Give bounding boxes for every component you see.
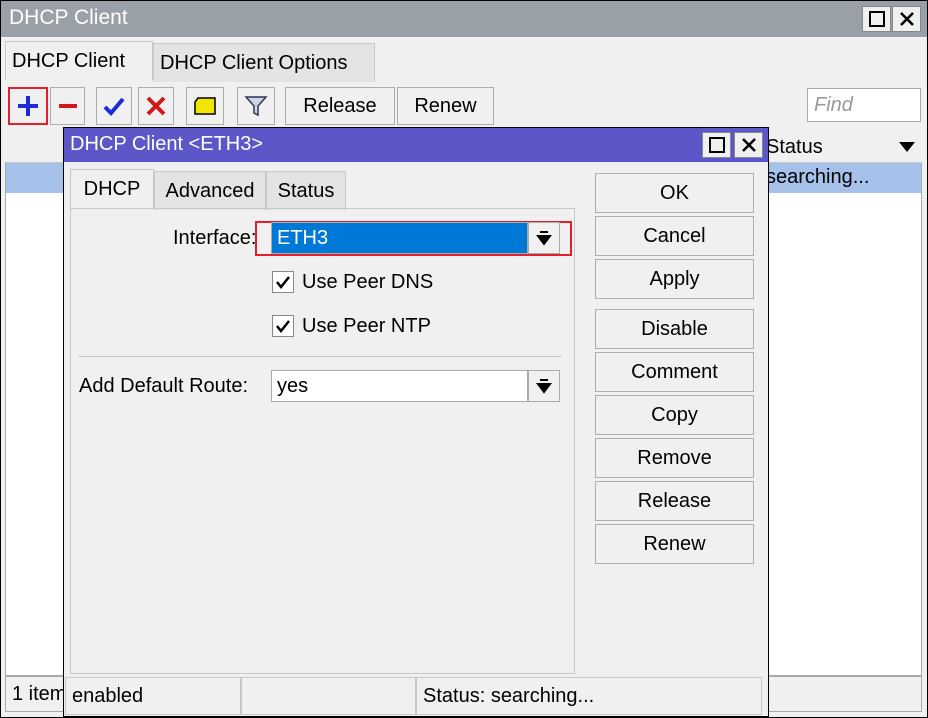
use-peer-ntp-label: Use Peer NTP bbox=[302, 315, 431, 337]
tab-dhcp-client-options[interactable]: DHCP Client Options bbox=[153, 43, 375, 82]
dialog-title: DHCP Client <ETH3> bbox=[70, 133, 264, 155]
maximize-icon bbox=[868, 11, 885, 27]
use-peer-dns-label: Use Peer DNS bbox=[302, 271, 434, 293]
renew-action-button[interactable]: Renew bbox=[595, 524, 754, 564]
dialog-status-enabled: enabled bbox=[65, 677, 241, 715]
close-icon bbox=[899, 12, 914, 26]
column-status[interactable]: Status bbox=[766, 136, 823, 159]
checkmark-icon bbox=[276, 320, 290, 334]
item-count: 1 item bbox=[12, 683, 67, 705]
tab-dhcp-client[interactable]: DHCP Client bbox=[5, 41, 153, 80]
ok-button[interactable]: OK bbox=[595, 173, 754, 213]
window-title: DHCP Client bbox=[9, 6, 128, 29]
filter-button[interactable] bbox=[237, 87, 275, 125]
dialog-title-bar[interactable]: DHCP Client <ETH3> bbox=[64, 128, 768, 162]
dropdown-arrow-icon bbox=[536, 379, 552, 394]
column-menu-icon[interactable] bbox=[897, 140, 917, 154]
disable-action-button[interactable]: Disable bbox=[595, 309, 754, 349]
maximize-icon bbox=[708, 137, 725, 153]
use-peer-ntp-checkbox[interactable] bbox=[272, 315, 294, 337]
dialog-status-text: Status: searching... bbox=[416, 677, 762, 715]
checkmark-icon bbox=[103, 97, 125, 116]
dropdown-arrow-icon bbox=[536, 231, 552, 246]
dialog-maximize-button[interactable] bbox=[702, 132, 731, 158]
copy-button[interactable]: Copy bbox=[595, 395, 754, 435]
renew-button[interactable]: Renew bbox=[397, 87, 494, 125]
release-button[interactable]: Release bbox=[285, 87, 395, 125]
note-icon bbox=[194, 97, 216, 115]
dialog-tab-dhcp[interactable]: DHCP bbox=[70, 169, 154, 208]
interface-label: Interface: bbox=[173, 227, 257, 249]
release-action-button[interactable]: Release bbox=[595, 481, 754, 521]
add-default-route-dropdown-button[interactable] bbox=[528, 370, 560, 402]
main-title-bar[interactable]: DHCP Client bbox=[1, 1, 927, 37]
x-icon bbox=[146, 96, 166, 116]
use-peer-dns-checkbox[interactable] bbox=[272, 271, 294, 293]
close-button[interactable] bbox=[892, 6, 921, 32]
cancel-button[interactable]: Cancel bbox=[595, 216, 754, 256]
dialog-tab-status[interactable]: Status bbox=[266, 171, 346, 210]
add-default-route-label: Add Default Route: bbox=[79, 375, 248, 397]
close-icon bbox=[741, 138, 756, 152]
remove-button[interactable] bbox=[50, 87, 85, 125]
disable-button[interactable] bbox=[138, 87, 174, 125]
comment-action-button[interactable]: Comment bbox=[595, 352, 754, 392]
dialog-tab-advanced[interactable]: Advanced bbox=[154, 171, 266, 210]
interface-select[interactable]: ETH3 bbox=[271, 222, 528, 254]
minus-icon bbox=[58, 104, 77, 108]
add-button[interactable] bbox=[8, 87, 48, 125]
row-status: searching... bbox=[766, 166, 870, 188]
maximize-button[interactable] bbox=[862, 6, 891, 32]
dialog-status-middle bbox=[241, 677, 416, 715]
add-default-route-select[interactable]: yes bbox=[271, 370, 528, 402]
comment-button[interactable] bbox=[186, 87, 224, 125]
interface-dropdown-button[interactable] bbox=[528, 222, 560, 254]
dialog-close-button[interactable] bbox=[734, 132, 763, 158]
apply-button[interactable]: Apply bbox=[595, 259, 754, 299]
remove-action-button[interactable]: Remove bbox=[595, 438, 754, 478]
enable-button[interactable] bbox=[96, 87, 132, 125]
section-divider bbox=[78, 356, 562, 357]
filter-icon bbox=[244, 96, 268, 117]
plus-icon bbox=[18, 96, 38, 116]
find-input[interactable]: Find bbox=[807, 88, 921, 122]
checkmark-icon bbox=[276, 276, 290, 290]
